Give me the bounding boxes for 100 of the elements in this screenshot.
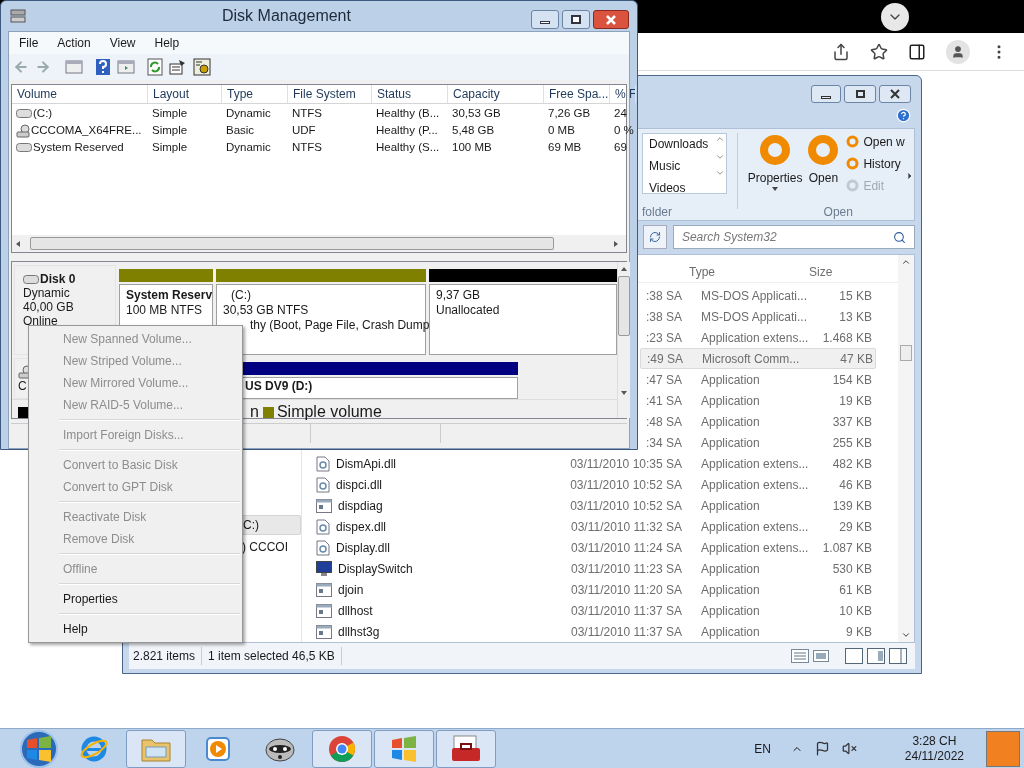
column-header[interactable]: Layout [148,85,222,103]
pane-icon[interactable] [889,648,907,665]
ribbon-button[interactable]: Open w [846,132,905,151]
maximize-button[interactable] [562,10,590,29]
monitor-icon [316,561,332,577]
share-icon[interactable] [832,42,850,61]
library-item[interactable]: Music [649,156,681,175]
column-header[interactable]: Capacity [448,85,544,103]
thumbnail-view-icon[interactable] [813,649,829,664]
file-row[interactable]: :34 SA Application 255 KB [640,432,876,454]
column-header[interactable]: Type [222,85,288,103]
file-row[interactable]: dispex.dll 03/11/2010 11:32 SA Application extens... 29 KB [302,516,876,538]
photo-placeholder[interactable] [986,730,1020,767]
flag-icon[interactable] [814,741,830,756]
menu-item[interactable]: Help [29,618,242,640]
settings-icon[interactable] [193,58,211,76]
file-date: 03/11/2010 11:24 SA [571,539,682,557]
panel-icon[interactable] [117,59,135,75]
file-row[interactable]: DismApi.dll 03/11/2010 10:35 SA Application extens... 482 KB [302,453,876,475]
menu-item[interactable]: File [19,34,39,52]
file-row[interactable]: DisplaySwitch 03/11/2010 11:23 SA Application 530 KB [302,558,876,580]
file-name: Display.dll [336,539,390,557]
file-row[interactable]: :47 SA Application 154 KB [640,369,876,391]
file-name: dispdiag [338,497,383,515]
file-row[interactable]: Display.dll 03/11/2010 11:24 SA Application extens... 1.087 KB [302,537,876,559]
close-button[interactable] [879,84,911,103]
file-date: 03/11/2010 11:23 SA [571,560,682,578]
table-cell-text: CCCOMA_X64FRE... [31,122,142,138]
search-icon [893,230,906,244]
file-size: 29 KB [839,518,872,536]
file-row[interactable]: :23 SA Application extens... 1.468 KB [640,327,876,349]
file-type: Application [701,498,760,513]
file-row[interactable]: :38 SA MS-DOS Applicati... 15 KB [640,285,876,307]
drive-icon [23,274,39,284]
library-item[interactable]: Videos [649,178,686,197]
file-row[interactable]: :49 SA Microsoft Comm... 47 KB [640,348,876,370]
refresh-icon[interactable] [147,58,163,76]
pane-icon[interactable] [845,648,863,665]
gear-file-icon [316,518,330,535]
play-icon[interactable] [204,734,232,763]
chrome-logo-icon[interactable] [327,733,357,764]
column-header[interactable]: Status [372,85,448,103]
file-date: :47 SA [645,371,682,389]
file-size: 47 KB [840,350,873,368]
column-header[interactable]: % F [610,85,636,103]
scrollbar-thumb[interactable] [30,237,554,250]
file-size: 337 KB [832,413,872,431]
file-row[interactable]: dispci.dll 03/11/2010 10:52 SA Application extens... 46 KB [302,474,876,496]
disk-info: Online [23,314,58,328]
maximize-button[interactable] [844,84,876,103]
close-button[interactable] [593,10,629,29]
column-header[interactable]: Free Spa... [544,85,610,103]
vertical-scrollbar[interactable] [898,255,914,643]
column-header[interactable]: File System [288,85,372,103]
ribbon-button[interactable]: History [846,154,905,173]
search-field[interactable]: Search System32 [672,225,915,250]
file-type: MS-DOS Applicati... [701,288,808,303]
file-row[interactable]: :41 SA Application 19 KB [640,390,876,412]
details-view-icon[interactable] [791,649,809,664]
clock[interactable]: 3:28 CH 24/11/2022 [904,733,964,764]
bookmark-star-icon[interactable] [870,42,888,61]
menu-item[interactable]: View [109,34,136,52]
file-row[interactable]: dllhost 03/11/2010 11:37 SA Application 10 KB [302,600,876,622]
column-header[interactable]: Size [809,264,833,279]
menu-item[interactable]: Action [57,34,91,52]
drive-icon [16,109,32,118]
file-row[interactable]: dllhst3g 03/11/2010 11:37 SA Application 9 KB [302,621,876,643]
properties-icon[interactable] [169,59,187,75]
column-header[interactable]: Type [689,264,715,279]
file-type: Application [701,624,760,639]
taskbar-app[interactable] [436,729,496,768]
toolbox-icon[interactable] [450,733,482,764]
scrollbar-thumb[interactable] [900,345,912,362]
side-panel-icon[interactable] [908,42,926,61]
profile-avatar[interactable] [946,39,970,64]
language-indicator[interactable]: EN [754,739,771,758]
pane-icon[interactable] [867,648,885,665]
file-row[interactable]: dispdiag 03/11/2010 10:52 SA Application 139 KB [302,495,876,517]
file-size: 482 KB [832,455,872,473]
vertical-scrollbar[interactable] [617,262,630,418]
help-icon[interactable] [896,107,911,123]
minimize-button[interactable] [811,84,841,103]
ribbon-button[interactable]: Open [808,132,839,187]
column-header[interactable]: Volume [12,85,148,103]
window-title: Disk Management [222,6,351,26]
help-icon[interactable] [95,58,111,76]
chevron-button[interactable] [881,2,909,31]
file-date: :38 SA [645,308,682,326]
menu-item[interactable]: Properties [29,588,242,610]
ribbon-button[interactable]: Properties [747,132,803,191]
refresh-button[interactable] [643,225,667,250]
minimize-button[interactable] [531,10,559,29]
file-row[interactable]: :38 SA MS-DOS Applicati... 13 KB [640,306,876,328]
partition-box[interactable]: 9,37 GB Unallocated [429,284,617,356]
file-row[interactable]: djoin 03/11/2010 11:20 SA Application 61 KB [302,579,876,601]
library-item[interactable]: Downloads [649,134,709,153]
table-cell-text: Basic [226,122,255,138]
speaker-muted-icon[interactable] [841,741,857,756]
file-row[interactable]: :48 SA Application 337 KB [640,411,876,433]
menu-item[interactable]: Help [154,34,180,52]
